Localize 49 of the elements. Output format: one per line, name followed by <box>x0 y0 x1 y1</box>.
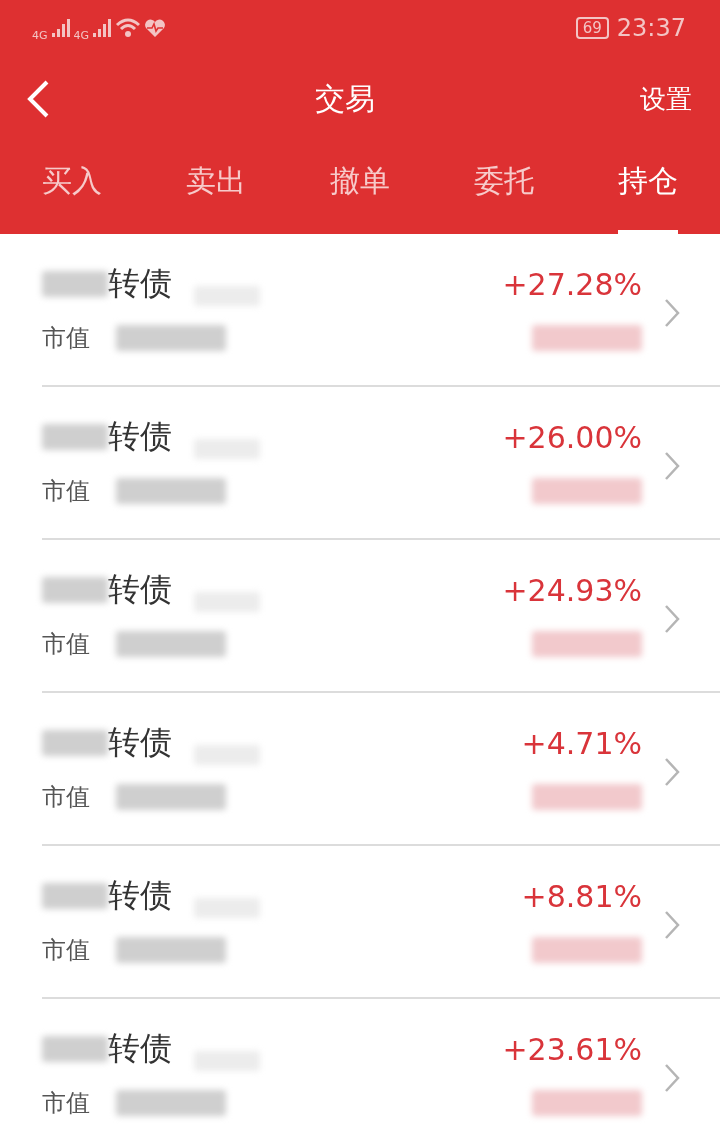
market-value-label: 市值 <box>42 782 90 813</box>
holding-row[interactable]: 转债 +27.28% 市值 <box>42 234 720 387</box>
blurred-text <box>42 577 108 603</box>
bond-name: 转债 <box>108 722 172 763</box>
bond-name: 转债 <box>108 569 172 610</box>
wifi-icon <box>115 17 142 39</box>
holding-row[interactable]: 转债 +26.00% 市值 <box>42 387 720 540</box>
blurred-text <box>42 271 108 297</box>
chevron-icon <box>664 910 680 940</box>
change-percent: +24.93% <box>502 572 642 608</box>
holding-row[interactable]: 转债 +24.93% 市值 <box>42 540 720 693</box>
holding-row[interactable]: 转债 +23.61% 市值 <box>42 999 720 1146</box>
change-percent: +27.28% <box>502 266 642 302</box>
bond-name: 转债 <box>108 875 172 916</box>
network-label: 4G <box>32 28 48 42</box>
chevron-icon <box>664 298 680 328</box>
chevron-icon <box>664 451 680 481</box>
market-value-label: 市值 <box>42 935 90 966</box>
clock-time: 23:37 <box>616 14 686 42</box>
page-title: 交易 <box>315 79 375 118</box>
network-label: 4G <box>73 28 90 42</box>
blurred-text <box>42 730 108 756</box>
change-percent: +23.61% <box>502 1031 642 1067</box>
bond-name: 转债 <box>108 263 172 304</box>
signal-icon <box>50 18 71 38</box>
market-value-label: 市值 <box>42 629 90 660</box>
signal-icon <box>92 18 113 38</box>
holding-row[interactable]: 转债 +8.81% 市值 <box>42 846 720 999</box>
blurred-text <box>42 883 108 909</box>
chevron-icon <box>664 604 680 634</box>
change-percent: +4.71% <box>521 725 642 761</box>
back-icon <box>26 80 50 118</box>
blurred-text <box>42 1036 108 1062</box>
chevron-icon <box>664 757 680 787</box>
back-button[interactable] <box>26 80 50 118</box>
bond-name: 转债 <box>108 1028 172 1069</box>
market-value-label: 市值 <box>42 1088 90 1119</box>
settings-button[interactable]: 设置 <box>640 81 692 117</box>
heart-icon <box>144 18 167 38</box>
change-percent: +8.81% <box>521 878 642 914</box>
change-percent: +26.00% <box>502 419 642 455</box>
bond-name: 转债 <box>108 416 172 457</box>
market-value-label: 市值 <box>42 323 90 354</box>
tab[interactable]: 持仓 <box>618 142 678 234</box>
market-value-label: 市值 <box>42 476 90 507</box>
chevron-icon <box>664 1063 680 1093</box>
blurred-text <box>42 424 108 450</box>
holding-row[interactable]: 转债 +4.71% 市值 <box>42 693 720 846</box>
battery-icon: 69 <box>575 17 609 39</box>
